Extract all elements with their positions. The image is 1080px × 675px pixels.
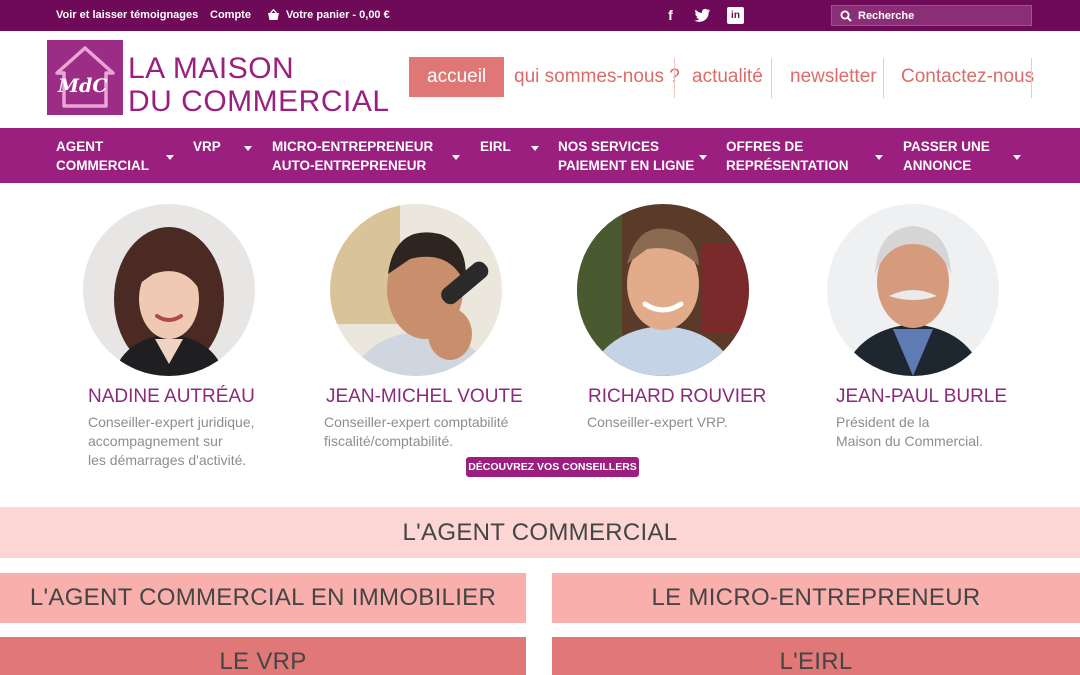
logo-initials: MdC xyxy=(58,75,108,97)
nav-separator xyxy=(883,58,884,98)
menu-label: OFFRES DE xyxy=(726,139,804,154)
menu-label: COMMERCIAL xyxy=(56,158,149,173)
search-icon xyxy=(840,10,852,22)
category-eirl[interactable]: L'EIRL xyxy=(552,637,1080,675)
chevron-down-icon[interactable] xyxy=(875,155,883,160)
menu-eirl[interactable]: EIRL xyxy=(480,137,511,156)
advisor-description: Conseiller-expert juridique, accompagnem… xyxy=(88,414,255,468)
category-vrp[interactable]: LE VRP xyxy=(0,637,526,675)
nav-separator xyxy=(1031,58,1032,98)
menu-label: VRP xyxy=(193,139,221,154)
menu-label: EIRL xyxy=(480,139,511,154)
nav-separator xyxy=(674,58,675,98)
chevron-down-icon[interactable] xyxy=(531,146,539,151)
advisor-description: Conseiller-expert VRP. xyxy=(587,414,728,430)
logo[interactable]: MdC xyxy=(47,40,123,115)
chevron-down-icon[interactable] xyxy=(699,155,707,160)
nav-qui-sommes-nous[interactable]: qui sommes-nous ? xyxy=(514,57,680,97)
site-title[interactable]: LA MAISON DU COMMERCIAL xyxy=(128,52,390,118)
advisor-name[interactable]: RICHARD ROUVIER xyxy=(588,386,766,408)
discover-advisors-button[interactable]: DÉCOUVREZ VOS CONSEILLERS xyxy=(466,457,639,477)
nav-newsletter[interactable]: newsletter xyxy=(790,57,877,97)
chevron-down-icon[interactable] xyxy=(1013,155,1021,160)
chevron-down-icon[interactable] xyxy=(244,146,252,151)
menu-label: PASSER UNE xyxy=(903,139,990,154)
nav-separator xyxy=(771,58,772,98)
nav-actualite[interactable]: actualité xyxy=(692,57,763,97)
facebook-icon[interactable]: f xyxy=(662,7,679,24)
menu-micro-entrepreneur[interactable]: MICRO-ENTREPRENEUR AUTO-ENTREPRENEUR xyxy=(272,137,433,175)
site-title-line2: DU COMMERCIAL xyxy=(128,85,390,118)
menu-services[interactable]: NOS SERVICES PAIEMENT EN LIGNE xyxy=(558,137,694,175)
advisor-name[interactable]: NADINE AUTRÉAU xyxy=(88,386,255,408)
menu-label: ANNONCE xyxy=(903,158,972,173)
linkedin-icon[interactable]: in xyxy=(727,7,744,24)
twitter-icon[interactable] xyxy=(694,8,711,23)
menu-label: REPRÉSENTATION xyxy=(726,158,849,173)
advisor-name[interactable]: JEAN-MICHEL VOUTE xyxy=(326,386,523,408)
menu-label: PAIEMENT EN LIGNE xyxy=(558,158,695,173)
account-link[interactable]: Compte xyxy=(210,9,251,21)
advisor-description: Conseiller-expert comptabilité fiscalité… xyxy=(324,414,509,449)
basket-icon[interactable] xyxy=(267,9,280,21)
site-title-line1: LA MAISON xyxy=(128,52,295,85)
advisor-name[interactable]: JEAN-PAUL BURLE xyxy=(836,386,1007,408)
category-agent-immobilier[interactable]: L'AGENT COMMERCIAL EN IMMOBILIER xyxy=(0,573,526,623)
search-input[interactable] xyxy=(858,8,1028,23)
search-box[interactable] xyxy=(831,5,1032,26)
category-agent-commercial[interactable]: L'AGENT COMMERCIAL xyxy=(0,507,1080,558)
cart-link[interactable]: Votre panier - 0,00 € xyxy=(286,9,390,21)
menu-annonce[interactable]: PASSER UNE ANNONCE xyxy=(903,137,990,175)
advisor-photo[interactable] xyxy=(83,204,255,376)
category-micro-entrepreneur[interactable]: LE MICRO-ENTREPRENEUR xyxy=(552,573,1080,623)
menu-agent-commercial[interactable]: AGENT COMMERCIAL xyxy=(56,137,149,175)
chevron-down-icon[interactable] xyxy=(452,155,460,160)
menu-label: AUTO-ENTREPRENEUR xyxy=(272,158,427,173)
testimonials-link[interactable]: Voir et laisser témoignages xyxy=(56,9,198,21)
advisor-photo[interactable] xyxy=(330,204,502,376)
advisor-photo[interactable] xyxy=(827,204,999,376)
category-menu: AGENT COMMERCIAL VRP MICRO-ENTREPRENEUR … xyxy=(0,128,1080,183)
top-bar: Voir et laisser témoignages Compte Votre… xyxy=(0,0,1080,31)
nav-contact[interactable]: Contactez-nous xyxy=(901,57,1034,97)
menu-label: MICRO-ENTREPRENEUR xyxy=(272,139,434,154)
menu-offres[interactable]: OFFRES DE REPRÉSENTATION xyxy=(726,137,849,175)
menu-label: AGENT xyxy=(56,139,104,154)
advisor-description: Président de la Maison du Commercial. xyxy=(836,414,984,449)
advisor-photo[interactable] xyxy=(577,204,749,376)
menu-vrp[interactable]: VRP xyxy=(193,137,221,156)
chevron-down-icon[interactable] xyxy=(166,155,174,160)
menu-label: NOS SERVICES xyxy=(558,139,660,154)
nav-accueil[interactable]: accueil xyxy=(409,57,505,97)
